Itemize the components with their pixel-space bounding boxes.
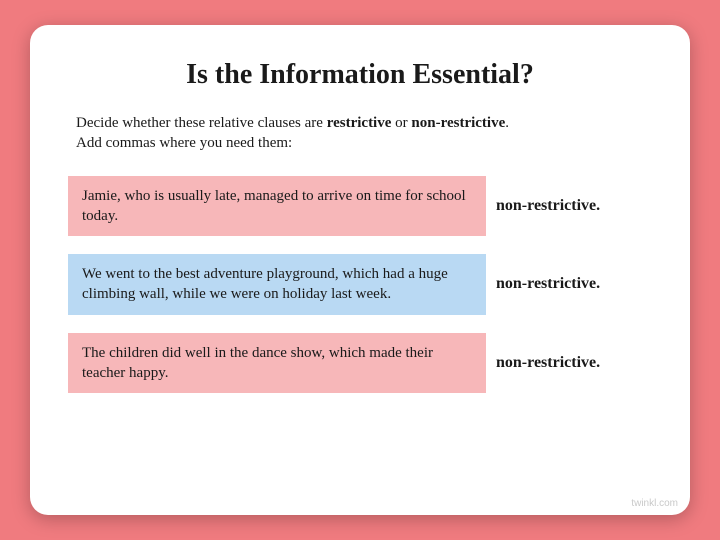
answer-label: non-restrictive. <box>496 176 652 237</box>
watermark: twinkl.com <box>631 498 678 509</box>
exercise-row: We went to the best adventure playground… <box>68 254 652 315</box>
instructions: Decide whether these relative clauses ar… <box>68 113 652 154</box>
sentence-box: Jamie, who is usually late, managed to a… <box>68 176 486 237</box>
instr-mid: or <box>391 115 411 131</box>
page-title: Is the Information Essential? <box>68 59 652 91</box>
sentence-box: We went to the best adventure playground… <box>68 254 486 315</box>
instr-bold-nonrestrictive: non-restrictive <box>411 115 505 131</box>
instr-line2: Add commas where you need them: <box>76 135 292 151</box>
sentence-box: The children did well in the dance show,… <box>68 333 486 394</box>
exercise-row: The children did well in the dance show,… <box>68 333 652 394</box>
answer-label: non-restrictive. <box>496 254 652 315</box>
instr-post: . <box>505 115 509 131</box>
instr-pre: Decide whether these relative clauses ar… <box>76 115 327 131</box>
instr-bold-restrictive: restrictive <box>327 115 392 131</box>
exercise-row: Jamie, who is usually late, managed to a… <box>68 176 652 237</box>
answer-label: non-restrictive. <box>496 333 652 394</box>
slide-card: Is the Information Essential? Decide whe… <box>30 25 690 515</box>
